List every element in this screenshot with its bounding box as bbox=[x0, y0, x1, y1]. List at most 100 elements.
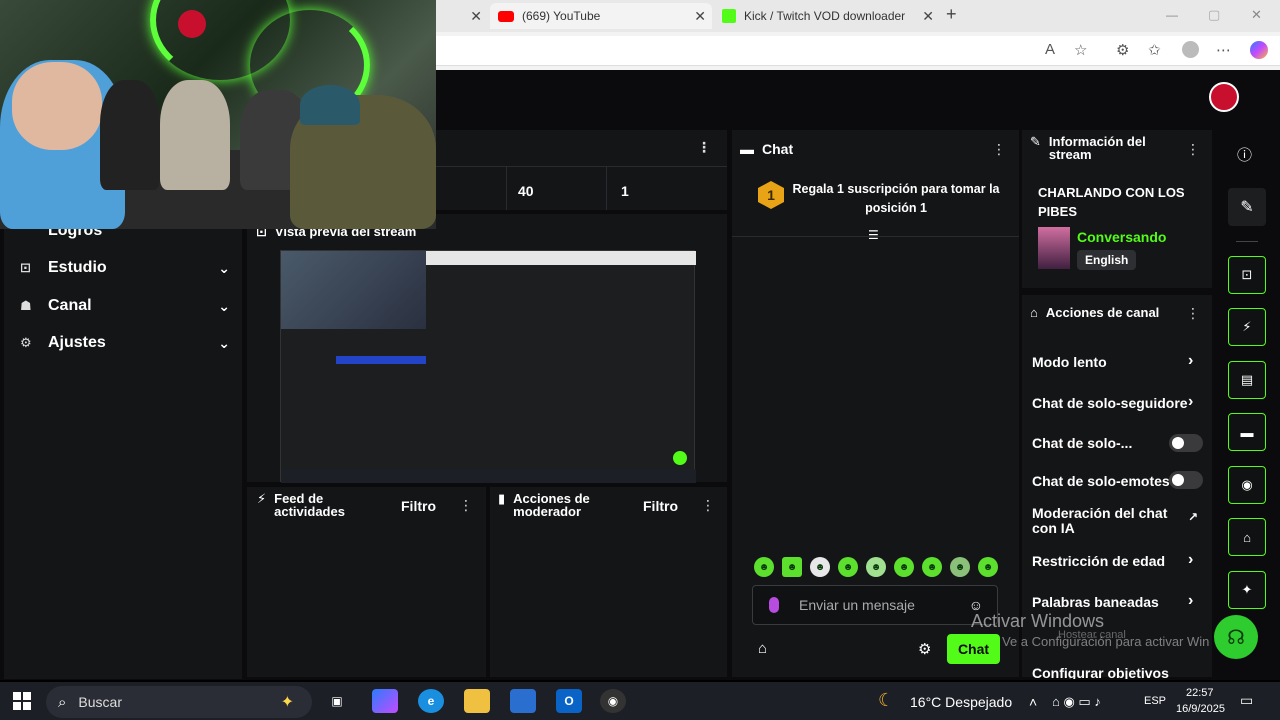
extension-icon[interactable]: ⚙ bbox=[1116, 41, 1129, 59]
sidebar-item-canal[interactable]: ☗ Canal ⌄ bbox=[20, 292, 230, 320]
action-banned-words[interactable]: Palabras baneadas bbox=[1032, 594, 1159, 610]
rail-store-button[interactable]: ⌂ bbox=[1228, 518, 1266, 556]
person bbox=[100, 80, 160, 190]
mod-actions-header: ▮ Acciones de moderador bbox=[498, 492, 598, 518]
kebab-menu-icon[interactable]: ⋮ bbox=[697, 139, 711, 156]
tray-icons[interactable]: ⌂ ◉ ▭ ♪ bbox=[1052, 694, 1101, 710]
support-headset-button[interactable]: ☊ bbox=[1214, 615, 1258, 659]
toggle-emotes-only[interactable] bbox=[1169, 471, 1203, 489]
rail-tools-button[interactable]: ✦ bbox=[1228, 571, 1266, 609]
rail-activity-button[interactable]: ⚡ bbox=[1228, 308, 1266, 346]
store-app-icon[interactable] bbox=[510, 689, 536, 713]
pinned-gift-message[interactable]: Regala 1 suscripción para tomar la posic… bbox=[792, 180, 1000, 218]
action-slow-mode[interactable]: Modo lento bbox=[1032, 354, 1107, 370]
chat-bubble-icon: ▬ bbox=[1240, 424, 1254, 440]
more-menu-icon[interactable]: ⋯ bbox=[1216, 41, 1231, 59]
category-link[interactable]: Conversando bbox=[1077, 229, 1166, 245]
toggle-knob bbox=[1172, 474, 1184, 486]
emote[interactable]: ☻ bbox=[922, 557, 942, 577]
close-icon[interactable]: ✕ bbox=[922, 8, 934, 25]
read-aloud-icon[interactable]: A bbox=[1045, 41, 1055, 58]
obs-icon[interactable]: ◉ bbox=[600, 689, 626, 713]
action-label: Chat de solo-... bbox=[1032, 435, 1133, 451]
kebab-menu-icon[interactable]: ⋮ bbox=[992, 141, 1006, 158]
tab-kick-downloader[interactable]: Kick / Twitch VOD downloader ✕ bbox=[714, 3, 940, 29]
weather-moon-icon: ☾ bbox=[878, 690, 895, 710]
close-icon[interactable]: ✕ bbox=[694, 8, 706, 25]
weather-text[interactable]: 16°C Despejado bbox=[910, 694, 1012, 710]
outlook-icon[interactable]: O bbox=[556, 689, 582, 713]
action-followers-only[interactable]: Chat de solo-seguidore bbox=[1032, 395, 1188, 411]
panel-title: Información del stream bbox=[1048, 134, 1146, 162]
emote[interactable]: ☻ bbox=[978, 557, 998, 577]
copilot-icon[interactable] bbox=[1250, 41, 1268, 59]
emote[interactable]: ☻ bbox=[810, 557, 830, 577]
chat-input[interactable]: Enviar un mensaje ☺ bbox=[752, 585, 998, 625]
action-ai-moderation[interactable]: Moderación del chat con IA bbox=[1032, 506, 1172, 536]
file-explorer-icon[interactable] bbox=[464, 689, 490, 713]
tab-label: (669) YouTube bbox=[522, 9, 601, 23]
mic-icon[interactable] bbox=[769, 597, 779, 613]
info-icon[interactable]: ⓘ bbox=[1237, 144, 1252, 165]
minimize-button[interactable]: — bbox=[1166, 8, 1178, 22]
rail-document-button[interactable]: ▤ bbox=[1228, 361, 1266, 399]
clock-date[interactable]: 16/9/2025 bbox=[1176, 703, 1225, 715]
sidebar-item-estudio[interactable]: ⊡ Estudio ⌄ bbox=[20, 254, 230, 282]
person bbox=[160, 80, 230, 190]
preview-taskbar bbox=[281, 469, 696, 483]
rail-camera-button[interactable]: ⊡ bbox=[1228, 256, 1266, 294]
emote[interactable]: ☻ bbox=[866, 557, 886, 577]
stream-preview-video[interactable] bbox=[280, 250, 696, 483]
favorites-icon[interactable]: ✩ bbox=[1148, 41, 1161, 59]
filter-button[interactable]: Filtro bbox=[643, 498, 678, 514]
emote[interactable]: ☻ bbox=[894, 557, 914, 577]
action-age-restriction[interactable]: Restricción de edad bbox=[1032, 553, 1165, 569]
sidebar-item-ajustes[interactable]: ⚙ Ajustes ⌄ bbox=[20, 329, 230, 357]
rail-chat-button[interactable]: ▬ bbox=[1228, 413, 1266, 451]
stat-value: 1 bbox=[621, 183, 629, 199]
chat-input-placeholder: Enviar un mensaje bbox=[799, 597, 915, 613]
maximize-button[interactable]: ▢ bbox=[1208, 7, 1220, 23]
profile-avatar[interactable] bbox=[1182, 41, 1199, 58]
input-language[interactable]: ESP bbox=[1144, 695, 1166, 707]
start-button[interactable] bbox=[13, 692, 31, 710]
clock-time[interactable]: 22:57 bbox=[1186, 687, 1214, 699]
sparkle-icon: ✦ bbox=[280, 694, 294, 711]
favorite-star-icon[interactable]: ☆ bbox=[1074, 41, 1087, 59]
emote[interactable]: ☻ bbox=[782, 557, 802, 577]
toggle-subscribers-only[interactable] bbox=[1169, 434, 1203, 452]
kebab-menu-icon[interactable]: ⋮ bbox=[1186, 141, 1200, 158]
action-goals[interactable]: Configurar objetivos bbox=[1032, 665, 1169, 679]
sidebar-item-label: Canal bbox=[48, 297, 92, 314]
new-tab-button[interactable]: + bbox=[946, 4, 957, 25]
task-view-icon[interactable]: ▣ bbox=[324, 689, 350, 713]
kebab-menu-icon[interactable]: ⋮ bbox=[701, 497, 715, 514]
copilot-app-icon[interactable] bbox=[372, 689, 398, 713]
emote[interactable]: ☻ bbox=[950, 557, 970, 577]
close-window-button[interactable]: ✕ bbox=[1251, 7, 1262, 23]
bolt-icon: ⚡ bbox=[1242, 319, 1252, 334]
rail-broadcast-button[interactable]: ◉ bbox=[1228, 466, 1266, 504]
tab-youtube[interactable]: (669) YouTube ✕ bbox=[490, 3, 712, 29]
close-icon[interactable]: ✕ bbox=[470, 8, 482, 25]
emote[interactable]: ☻ bbox=[754, 557, 774, 577]
chevron-up-icon[interactable]: ˄ bbox=[1029, 694, 1037, 710]
sidebar-item-label: Estudio bbox=[48, 259, 107, 276]
expand-icon[interactable]: ☰ bbox=[868, 228, 879, 242]
pencil-icon: ✎ bbox=[1240, 199, 1254, 216]
kebab-menu-icon[interactable]: ⋮ bbox=[1186, 305, 1200, 322]
kebab-menu-icon[interactable]: ⋮ bbox=[459, 497, 473, 514]
notification-icon[interactable]: ▭ bbox=[1240, 692, 1253, 709]
chat-header: ▬ Chat bbox=[740, 141, 793, 157]
emote[interactable]: ☻ bbox=[838, 557, 858, 577]
edge-icon[interactable]: e bbox=[418, 689, 444, 713]
send-chat-button[interactable]: Chat bbox=[947, 634, 1000, 664]
taskbar-search[interactable]: ⌕ Buscar ✦ bbox=[46, 686, 312, 718]
user-avatar[interactable] bbox=[1209, 82, 1239, 112]
store-icon[interactable]: ⌂ bbox=[758, 640, 767, 657]
edit-button[interactable]: ✎ bbox=[1228, 188, 1266, 226]
filter-button[interactable]: Filtro bbox=[401, 498, 436, 514]
gear-icon[interactable]: ⚙ bbox=[918, 640, 931, 658]
tab-previous[interactable]: ✕ bbox=[436, 3, 488, 29]
tab-label: Kick / Twitch VOD downloader bbox=[744, 9, 906, 23]
